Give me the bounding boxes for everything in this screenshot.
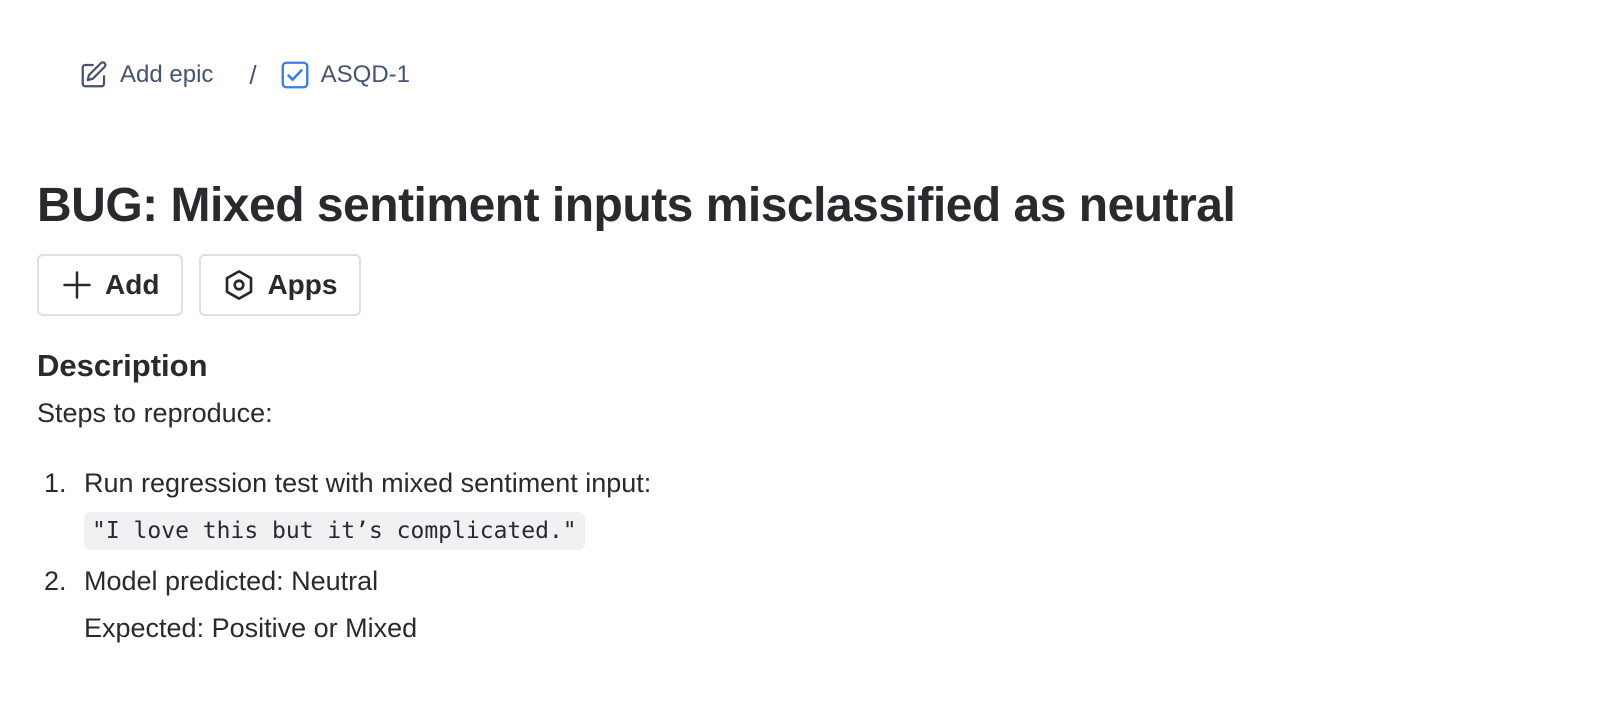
add-button-label: Add: [105, 269, 160, 300]
breadcrumb-separator: /: [249, 59, 257, 90]
step-text: Model predicted: Neutral: [84, 566, 379, 596]
step-subtext: Expected: Positive or Mixed: [84, 613, 418, 643]
description-heading: Description: [37, 348, 208, 383]
add-epic-link[interactable]: Add epic: [78, 59, 213, 91]
edit-icon: [78, 59, 110, 91]
issue-key-label: ASQD-1: [320, 61, 410, 88]
task-checkbox-icon: [279, 59, 311, 91]
description-intro: Steps to reproduce:: [37, 398, 273, 428]
code-snippet: "I love this but it’s complicated.": [84, 512, 585, 550]
apps-hexagon-icon: [221, 267, 257, 303]
add-epic-label: Add epic: [120, 61, 214, 88]
step-number: 2.: [44, 566, 67, 596]
steps-list: 1. Run regression test with mixed sentim…: [37, 462, 651, 649]
apps-button-label: Apps: [267, 269, 338, 300]
plus-icon: [59, 267, 95, 303]
step-number: 1.: [44, 468, 67, 498]
add-button[interactable]: Add: [37, 254, 184, 316]
breadcrumb: Add epic / ASQD-1: [78, 55, 410, 95]
list-item: 1. Run regression test with mixed sentim…: [37, 462, 651, 550]
issue-key-link[interactable]: ASQD-1: [279, 59, 410, 91]
step-text: Run regression test with mixed sentiment…: [84, 468, 652, 498]
list-item: 2. Model predicted: Neutral Expected: Po…: [37, 560, 651, 649]
action-bar: Add Apps: [37, 254, 362, 316]
page-title[interactable]: BUG: Mixed sentiment inputs misclassifie…: [37, 178, 1236, 233]
apps-button[interactable]: Apps: [199, 254, 362, 316]
